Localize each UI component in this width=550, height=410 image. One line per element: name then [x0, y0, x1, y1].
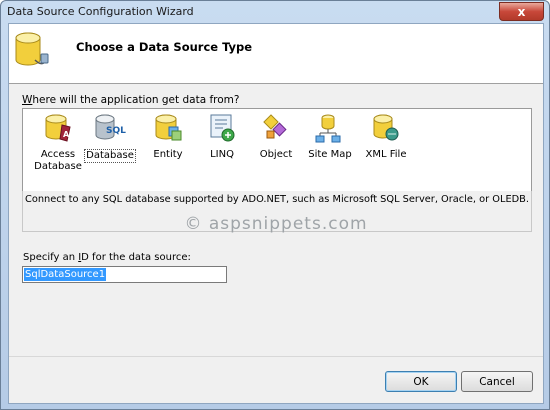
linq-icon — [210, 114, 235, 142]
footer-divider — [9, 356, 543, 357]
title-bar[interactable]: Data Source Configuration Wizard x — [1, 1, 549, 22]
close-icon: x — [517, 4, 526, 19]
question-access-key: W — [22, 94, 33, 106]
type-label: Object — [259, 149, 293, 160]
sql-database-icon: SQL — [95, 114, 126, 140]
type-item-database[interactable]: SQL Database — [83, 111, 137, 163]
sql-text: SQL — [106, 126, 126, 136]
window-title: Data Source Configuration Wizard — [7, 5, 194, 18]
svg-text:A: A — [63, 130, 70, 139]
type-item-object[interactable]: Object — [249, 111, 303, 161]
type-item-linq[interactable]: LINQ — [195, 111, 249, 161]
type-item-site-map[interactable]: Site Map — [303, 111, 357, 161]
type-item-xml-file[interactable]: XML File — [359, 111, 413, 161]
watermark: © aspsnippets.com — [184, 214, 368, 234]
data-source-type-list[interactable]: A Access Database SQL Database Entity LI… — [22, 108, 532, 192]
wizard-header: Choose a Data Source Type — [9, 24, 543, 84]
entity-icon — [155, 114, 182, 141]
id-input-value: SqlDataSource1 — [24, 268, 107, 281]
close-button[interactable]: x — [499, 2, 544, 21]
type-label: Database — [84, 149, 136, 163]
type-item-access-database[interactable]: A Access Database — [31, 111, 85, 173]
type-label: LINQ — [210, 149, 234, 160]
object-icon — [263, 114, 287, 139]
wizard-body: Choose a Data Source Type Where will the… — [8, 23, 544, 404]
id-label-post: D for the data source: — [81, 252, 191, 263]
data-source-question: Where will the application get data from… — [22, 94, 239, 106]
site-map-icon — [315, 114, 341, 143]
type-label: Access — [40, 149, 76, 160]
ok-button[interactable]: OK — [385, 371, 457, 392]
type-item-entity[interactable]: Entity — [141, 111, 195, 161]
database-plug-icon — [15, 32, 49, 66]
id-label-pre: Specify an — [23, 252, 79, 263]
cancel-button[interactable]: Cancel — [461, 371, 533, 392]
question-text: here will the application get data from? — [32, 94, 240, 106]
type-label: Entity — [153, 149, 183, 160]
type-label-line2: Database — [34, 161, 82, 172]
data-source-id-input[interactable]: SqlDataSource1 — [22, 266, 227, 283]
page-title: Choose a Data Source Type — [76, 40, 253, 54]
type-description: Connect to any SQL database supported by… — [25, 194, 530, 205]
type-label: XML File — [365, 149, 407, 160]
access-database-icon: A — [45, 114, 71, 142]
wizard-window: Data Source Configuration Wizard x Choos… — [0, 0, 550, 410]
type-label: Site Map — [308, 149, 352, 160]
id-field-label: Specify an ID for the data source: — [23, 252, 191, 263]
xml-file-icon — [373, 114, 399, 141]
